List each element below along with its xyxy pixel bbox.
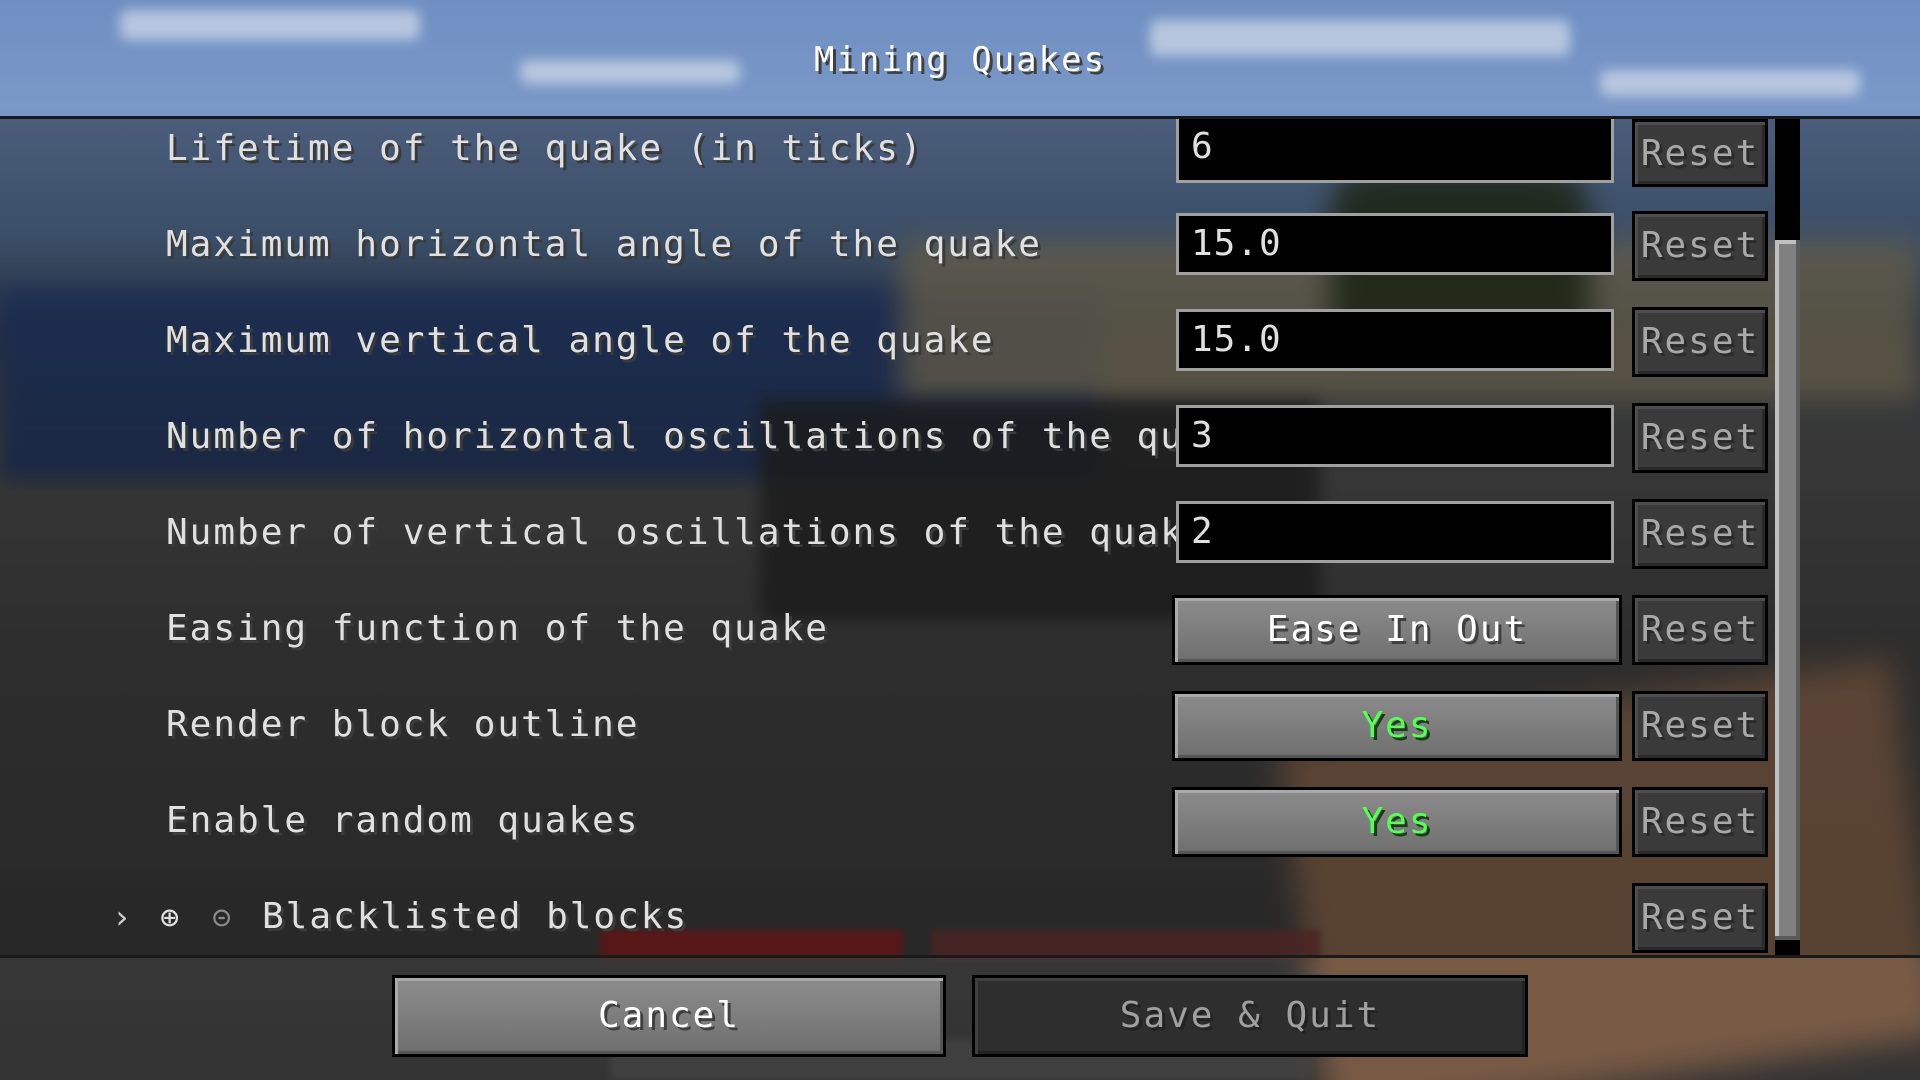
option-label: Number of vertical oscillations of the q… bbox=[166, 512, 1208, 553]
reset-button[interactable]: Reset bbox=[1632, 307, 1768, 377]
footer bbox=[0, 958, 1920, 1080]
cancel-button[interactable]: Cancel bbox=[392, 975, 946, 1057]
chevron-right-icon[interactable]: › bbox=[112, 881, 131, 953]
option-row-render-block-outline: Render block outline Yes Reset bbox=[0, 689, 1790, 761]
option-label: Easing function of the quake bbox=[166, 608, 829, 649]
minus-circle-icon[interactable]: ⊝ bbox=[212, 881, 231, 953]
option-label: Maximum horizontal angle of the quake bbox=[166, 224, 1042, 265]
reset-button[interactable]: Reset bbox=[1632, 691, 1768, 761]
option-label: Render block outline bbox=[166, 704, 640, 745]
options-list[interactable]: Lifetime of the quake (in ticks) 6 Reset… bbox=[0, 119, 1920, 955]
option-label: Blacklisted blocks bbox=[262, 896, 689, 937]
option-row-blacklisted-blocks: › ⊕ ⊝ Blacklisted blocks Reset bbox=[0, 881, 1790, 953]
screen-title: Mining Quakes bbox=[813, 40, 1107, 80]
scrollbar-thumb[interactable] bbox=[1775, 240, 1800, 940]
horizontal-oscillations-input[interactable]: 3 bbox=[1176, 405, 1614, 467]
reset-button[interactable]: Reset bbox=[1632, 119, 1768, 187]
plus-circle-icon[interactable]: ⊕ bbox=[160, 881, 179, 953]
header: Mining Quakes bbox=[0, 0, 1920, 116]
render-block-outline-toggle[interactable]: Yes bbox=[1172, 691, 1622, 761]
option-row-enable-random-quakes: Enable random quakes Yes Reset bbox=[0, 785, 1790, 857]
option-row-max-vertical-angle: Maximum vertical angle of the quake 15.0… bbox=[0, 305, 1790, 377]
reset-button[interactable]: Reset bbox=[1632, 499, 1768, 569]
enable-random-quakes-toggle[interactable]: Yes bbox=[1172, 787, 1622, 857]
save-and-quit-button[interactable]: Save & Quit bbox=[972, 975, 1528, 1057]
option-label: Lifetime of the quake (in ticks) bbox=[166, 128, 924, 169]
max-vertical-angle-input[interactable]: 15.0 bbox=[1176, 309, 1614, 371]
reset-button[interactable]: Reset bbox=[1632, 595, 1768, 665]
option-row-vertical-oscillations: Number of vertical oscillations of the q… bbox=[0, 497, 1790, 569]
option-row-easing-function: Easing function of the quake Ease In Out… bbox=[0, 593, 1790, 665]
option-row-horizontal-oscillations: Number of horizontal oscillations of the… bbox=[0, 401, 1790, 473]
option-row-lifetime: Lifetime of the quake (in ticks) 6 Reset bbox=[0, 119, 1790, 191]
reset-button[interactable]: Reset bbox=[1632, 787, 1768, 857]
easing-function-button[interactable]: Ease In Out bbox=[1172, 595, 1622, 665]
option-label: Enable random quakes bbox=[166, 800, 640, 841]
reset-button[interactable]: Reset bbox=[1632, 211, 1768, 281]
vertical-oscillations-input[interactable]: 2 bbox=[1176, 501, 1614, 563]
option-row-max-horizontal-angle: Maximum horizontal angle of the quake 15… bbox=[0, 209, 1790, 281]
reset-button[interactable]: Reset bbox=[1632, 883, 1768, 953]
max-horizontal-angle-input[interactable]: 15.0 bbox=[1176, 213, 1614, 275]
lifetime-input[interactable]: 6 bbox=[1176, 119, 1614, 183]
option-label: Maximum vertical angle of the quake bbox=[166, 320, 995, 361]
option-label: Number of horizontal oscillations of the… bbox=[166, 416, 1255, 457]
reset-button[interactable]: Reset bbox=[1632, 403, 1768, 473]
